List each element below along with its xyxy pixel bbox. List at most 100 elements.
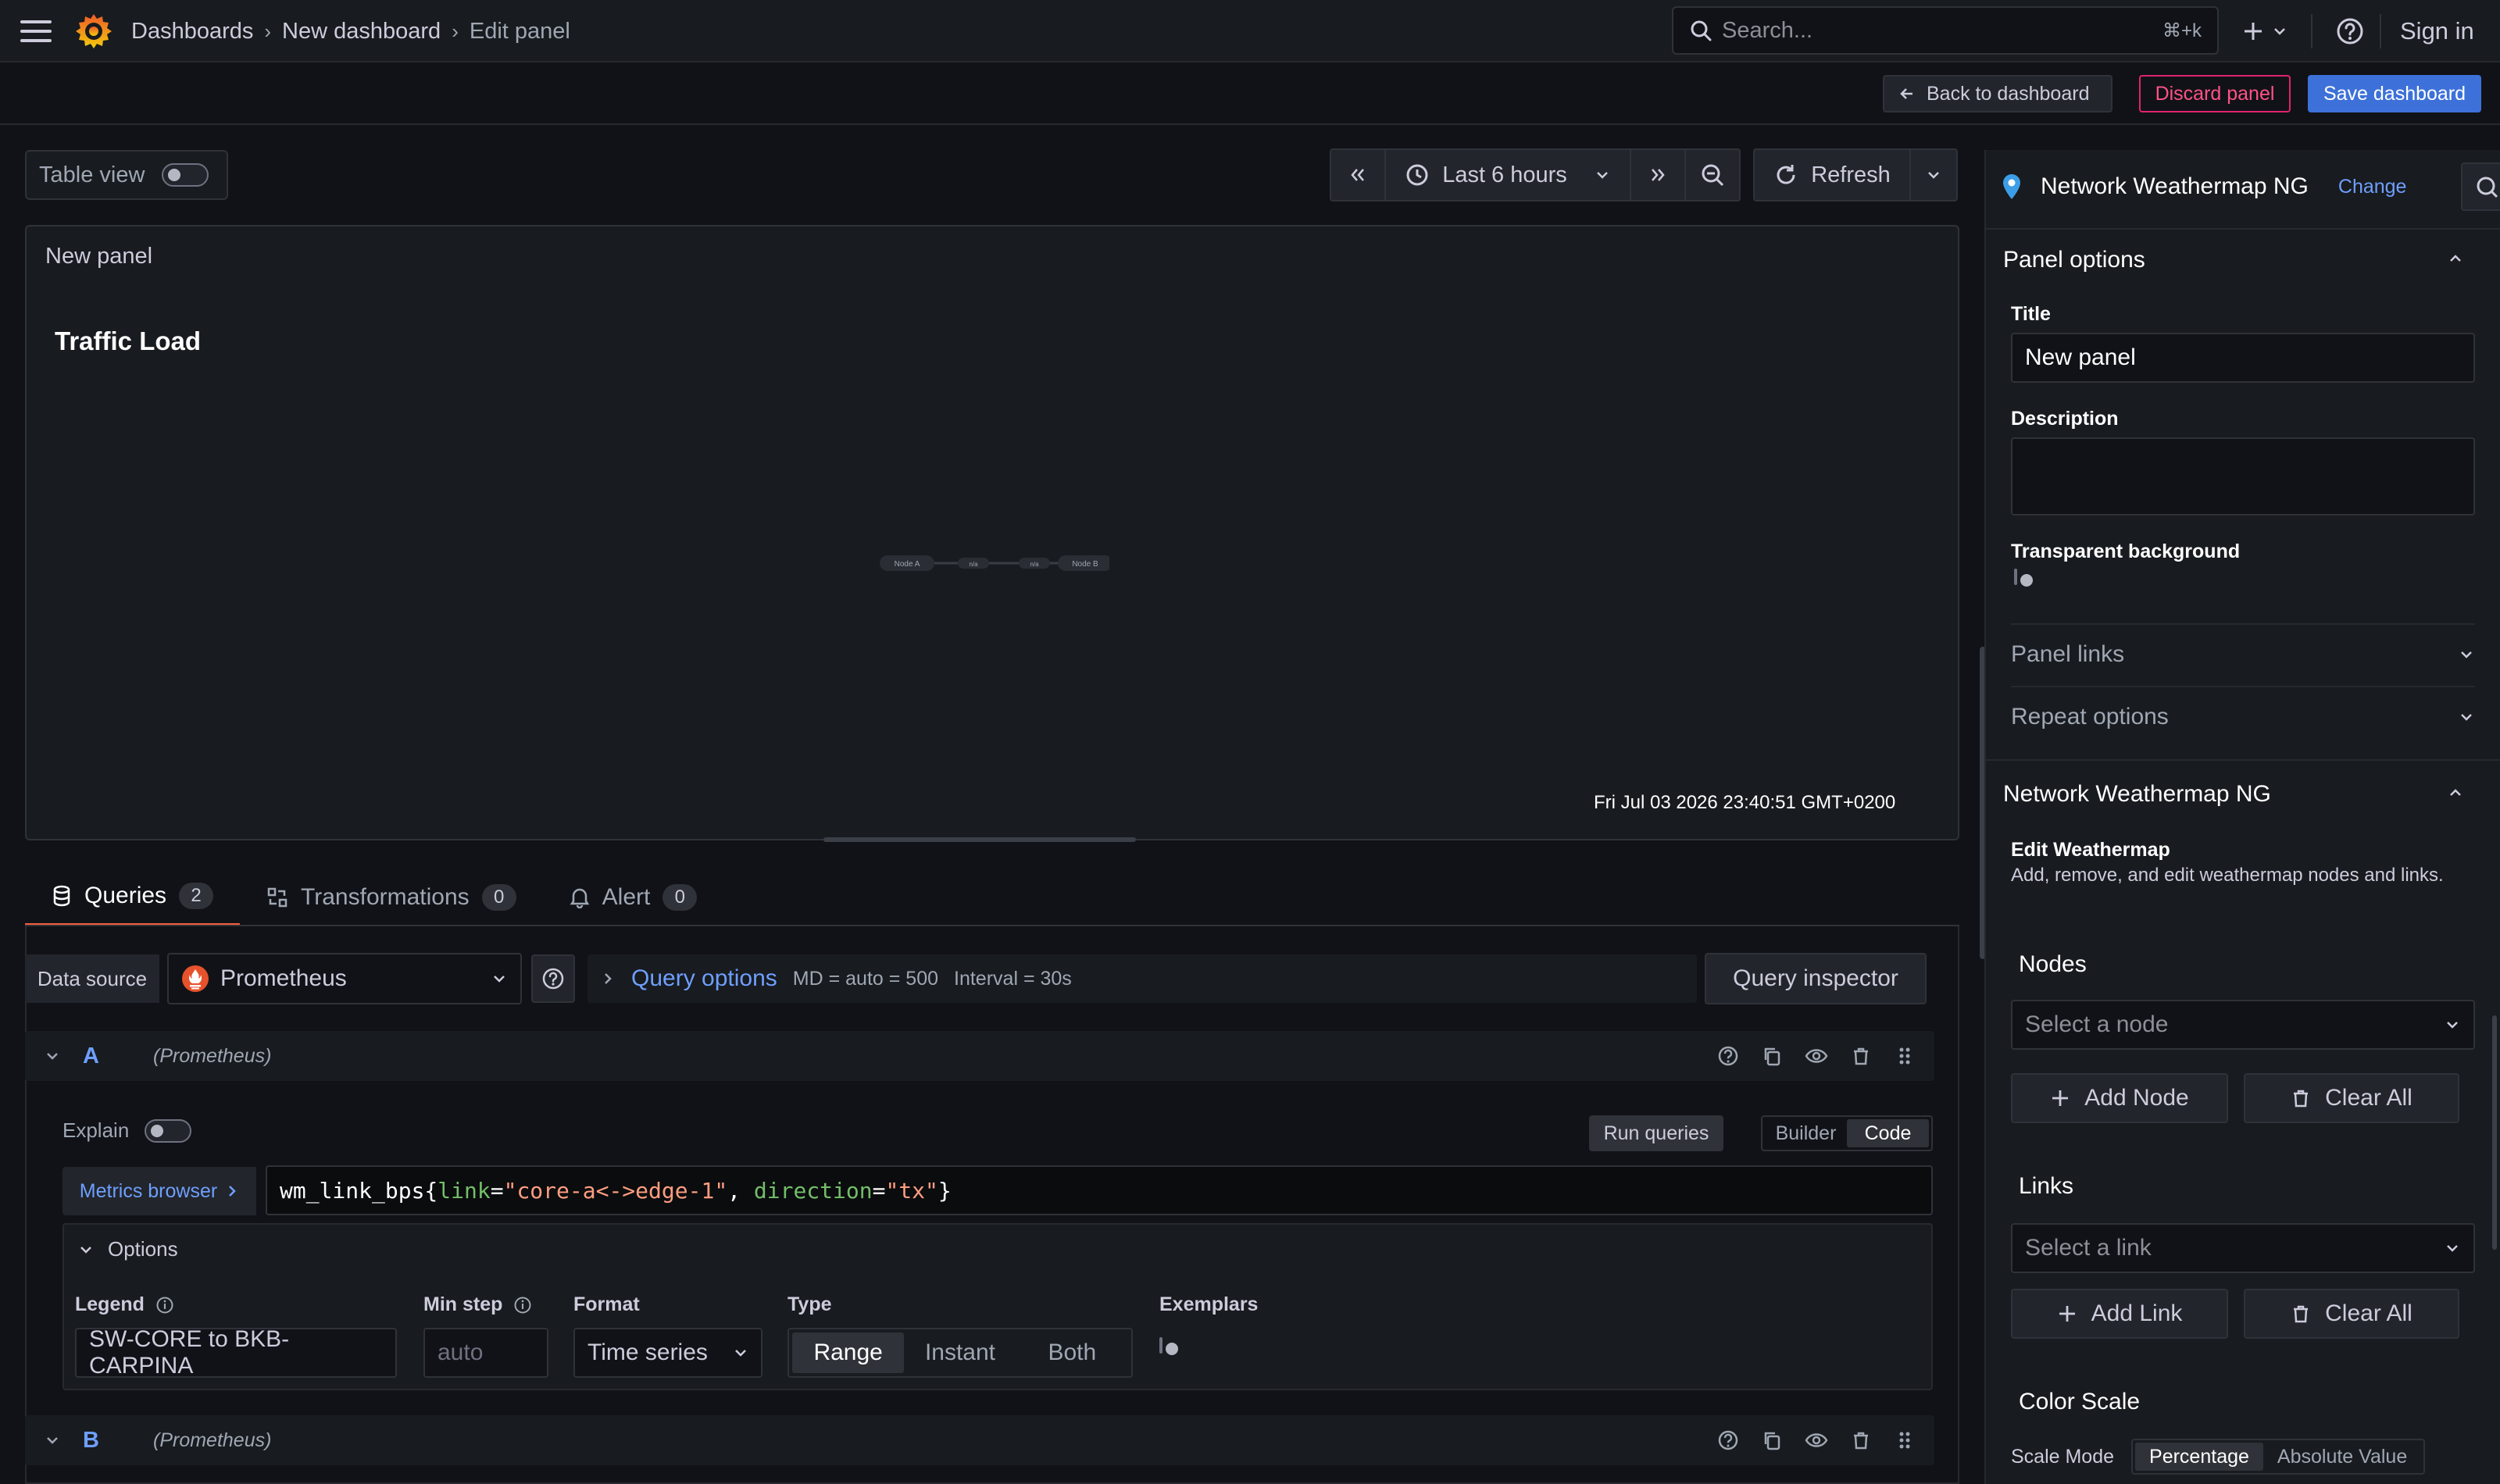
weathermap-canvas[interactable]: Node A n/a n/a Node B bbox=[875, 551, 1109, 575]
visualization-picker[interactable]: Network Weathermap NG Change bbox=[2000, 162, 2406, 211]
back-to-dashboard-button[interactable]: Back to dashboard bbox=[1883, 75, 2112, 112]
query-inspector-button[interactable]: Query inspector bbox=[1705, 953, 1927, 1004]
node-select-placeholder: Select a node bbox=[2025, 1011, 2169, 1037]
chevron-down-icon bbox=[2447, 1245, 2458, 1252]
help-icon[interactable] bbox=[2334, 16, 2366, 47]
chevron-down-icon[interactable] bbox=[44, 1432, 61, 1449]
time-shift-back-button[interactable] bbox=[1330, 148, 1386, 202]
node-select[interactable]: Select a node bbox=[2011, 1000, 2475, 1050]
time-range-picker[interactable]: Last 6 hours bbox=[1384, 148, 1631, 202]
breadcrumb-separator-icon: › bbox=[264, 19, 272, 43]
clear-all-nodes-button[interactable]: Clear All bbox=[2244, 1073, 2459, 1123]
help-icon[interactable] bbox=[1717, 1045, 1739, 1067]
trash-icon[interactable] bbox=[1850, 1429, 1872, 1451]
legend-input[interactable]: SW-CORE to BKB-CARPINA bbox=[75, 1326, 397, 1379]
explain-toggle[interactable]: Explain bbox=[62, 1118, 192, 1143]
panel-options-header[interactable]: Panel options bbox=[2003, 247, 2145, 273]
eye-icon[interactable] bbox=[1805, 1429, 1828, 1451]
query-b-header[interactable]: B (Prometheus) bbox=[25, 1415, 1934, 1465]
tab-queries[interactable]: Queries 2 bbox=[25, 869, 241, 926]
sign-in-link[interactable]: Sign in bbox=[2400, 14, 2474, 48]
grafana-logo-icon[interactable] bbox=[73, 11, 114, 52]
panel-links-section[interactable]: Panel links bbox=[2011, 623, 2475, 684]
description-textarea[interactable] bbox=[2011, 437, 2475, 515]
save-dashboard-button[interactable]: Save dashboard bbox=[2308, 75, 2481, 112]
sidebar-scrollbar[interactable] bbox=[2492, 1015, 2497, 1250]
discard-panel-button[interactable]: Discard panel bbox=[2139, 75, 2291, 112]
panel-title: New panel bbox=[45, 244, 153, 269]
back-label: Back to dashboard bbox=[1927, 82, 2090, 105]
breadcrumb-edit-panel: Edit panel bbox=[469, 18, 570, 44]
query-b-name[interactable]: B bbox=[83, 1428, 153, 1454]
options-toggle[interactable]: Options bbox=[78, 1237, 178, 1261]
breadcrumb-dashboards[interactable]: Dashboards bbox=[131, 19, 253, 45]
options-label: Options bbox=[108, 1237, 178, 1261]
type-range-button[interactable]: Range bbox=[792, 1332, 905, 1373]
search-input[interactable]: Search... ⌘+k bbox=[1672, 6, 2219, 55]
format-select[interactable]: Time series bbox=[573, 1328, 762, 1378]
breadcrumb-new-dashboard[interactable]: New dashboard bbox=[282, 19, 441, 45]
new-menu-button[interactable] bbox=[2242, 14, 2294, 48]
min-step-input[interactable]: auto bbox=[423, 1328, 548, 1378]
exemplars-toggle[interactable] bbox=[1159, 1337, 1162, 1354]
code-mode-button[interactable]: Code bbox=[1847, 1119, 1929, 1147]
chevron-up-icon[interactable] bbox=[2447, 784, 2464, 801]
scale-absolute-button[interactable]: Absolute Value bbox=[2263, 1443, 2421, 1471]
tab-alert[interactable]: Alert 0 bbox=[543, 869, 724, 926]
plus-icon bbox=[2245, 23, 2262, 40]
add-link-button[interactable]: Add Link bbox=[2011, 1289, 2228, 1339]
help-icon[interactable] bbox=[1717, 1429, 1739, 1451]
refresh-icon bbox=[1777, 165, 1795, 184]
links-label: Links bbox=[2019, 1173, 2074, 1199]
copy-icon[interactable] bbox=[1761, 1045, 1783, 1067]
copy-icon[interactable] bbox=[1761, 1429, 1783, 1451]
menu-icon[interactable] bbox=[19, 16, 53, 47]
panel-title-input[interactable]: New panel bbox=[2011, 333, 2475, 383]
info-icon[interactable] bbox=[155, 1296, 174, 1315]
search-icon bbox=[1691, 20, 1712, 41]
scale-percentage-button[interactable]: Percentage bbox=[2135, 1443, 2263, 1471]
info-icon[interactable] bbox=[513, 1296, 532, 1315]
builder-mode-button[interactable]: Builder bbox=[1765, 1119, 1847, 1147]
drag-handle-icon[interactable] bbox=[1894, 1045, 1916, 1067]
plugin-options-header[interactable]: Network Weathermap NG bbox=[2003, 781, 2271, 808]
type-both-button[interactable]: Both bbox=[1016, 1332, 1128, 1373]
type-instant-button[interactable]: Instant bbox=[904, 1332, 1016, 1373]
query-options-link[interactable]: Query options bbox=[631, 965, 777, 992]
search-options-button[interactable] bbox=[2461, 162, 2500, 211]
promql-query-input[interactable]: wm_link_bps{link = "core-a<->edge-1", dire… bbox=[266, 1165, 1933, 1215]
metrics-browser-button[interactable]: Metrics browser bbox=[62, 1167, 256, 1215]
add-node-button[interactable]: Add Node bbox=[2011, 1073, 2228, 1123]
time-shift-forward-button[interactable] bbox=[1630, 148, 1686, 202]
drag-handle-icon[interactable] bbox=[1894, 1429, 1916, 1451]
change-visualization-link[interactable]: Change bbox=[2338, 176, 2407, 198]
trash-icon[interactable] bbox=[1850, 1045, 1872, 1067]
chevron-down-icon[interactable] bbox=[44, 1047, 61, 1065]
query-a-name[interactable]: A bbox=[83, 1043, 153, 1069]
query-a-header[interactable]: A (Prometheus) bbox=[25, 1031, 1934, 1081]
link-select[interactable]: Select a link bbox=[2011, 1223, 2475, 1273]
toggle-switch[interactable] bbox=[162, 163, 209, 187]
zoom-out-button[interactable] bbox=[1684, 148, 1741, 202]
toggle-switch[interactable] bbox=[145, 1118, 192, 1143]
data-source-select[interactable]: Prometheus bbox=[167, 953, 522, 1004]
tab-queries-label: Queries bbox=[84, 883, 167, 908]
query-options-bar[interactable]: Query options MD = auto = 500 Interval =… bbox=[588, 954, 1697, 1003]
tab-transformations[interactable]: Transformations 0 bbox=[240, 869, 543, 926]
clear-all-links-button[interactable]: Clear All bbox=[2244, 1289, 2459, 1339]
add-node-label: Add Node bbox=[2084, 1085, 2189, 1111]
panel-resize-handle[interactable] bbox=[823, 837, 1136, 842]
exemplars-label: Exemplars bbox=[1159, 1293, 1259, 1315]
table-view-toggle[interactable]: Table view bbox=[25, 150, 228, 200]
eye-icon[interactable] bbox=[1805, 1045, 1828, 1067]
run-queries-button[interactable]: Run queries bbox=[1589, 1115, 1723, 1151]
refresh-interval-dropdown[interactable] bbox=[1909, 148, 1958, 202]
data-source-help-button[interactable] bbox=[531, 954, 575, 1003]
refresh-button[interactable]: Refresh bbox=[1753, 148, 1911, 202]
transparent-background-toggle[interactable] bbox=[2014, 569, 2017, 585]
chevron-down-icon bbox=[735, 1350, 746, 1357]
link-label-1-text: n/a bbox=[969, 561, 978, 568]
chevron-up-icon[interactable] bbox=[2447, 250, 2464, 267]
repeat-options-section[interactable]: Repeat options bbox=[2011, 686, 2475, 747]
query-b-actions bbox=[1717, 1429, 1916, 1451]
